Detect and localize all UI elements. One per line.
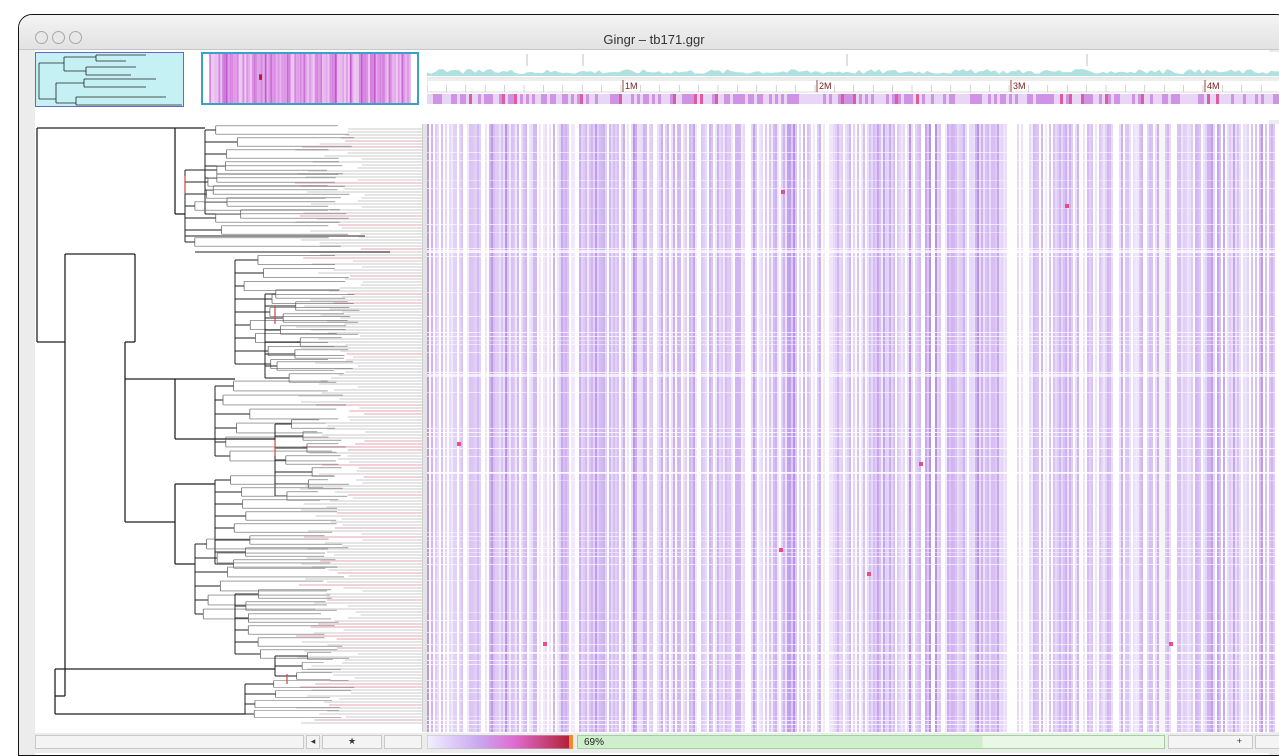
status-bar: ◂ ★ 69% +	[35, 733, 1279, 753]
variant-density-strip	[427, 94, 1279, 104]
tree-leaf-labels	[295, 128, 422, 724]
left-arrow-icon[interactable]: ◂	[306, 735, 320, 749]
tree-zoom-field[interactable]	[384, 735, 422, 749]
progress-bar: 69%	[577, 735, 1165, 749]
plus-label: +	[1236, 736, 1242, 746]
zoom-in-button[interactable]: +	[1168, 735, 1253, 749]
snp-matrix[interactable]	[427, 124, 1279, 732]
star-icon[interactable]: ★	[322, 735, 382, 749]
app-window: Gingr – tb171.ggr 1M 2M 3M 4M ◂ ★ 69% +	[18, 14, 1279, 756]
matrix-overview[interactable]	[201, 52, 419, 105]
coverage-plot	[427, 54, 1279, 76]
snp-highlight	[1169, 642, 1173, 646]
tree-overview[interactable]	[35, 52, 184, 107]
snp-highlight	[457, 442, 461, 446]
ruler-tick-label: 3M	[1013, 81, 1026, 91]
snp-highlight	[919, 462, 923, 466]
position-ruler: 1M 2M 3M 4M	[427, 79, 1279, 93]
ruler-tick-label: 4M	[1207, 81, 1220, 91]
color-legend	[427, 735, 573, 749]
progress-label: 69%	[584, 737, 605, 748]
status-field-right	[1255, 735, 1279, 749]
workspace: 1M 2M 3M 4M ◂ ★ 69% +	[35, 50, 1279, 755]
window-title: Gingr – tb171.ggr	[603, 32, 705, 47]
snp-highlight	[781, 190, 785, 194]
title-bar: Gingr – tb171.ggr	[19, 15, 1279, 50]
snp-highlight	[779, 548, 783, 552]
tree-scroll-field[interactable]	[35, 735, 304, 749]
snp-highlight	[867, 572, 871, 576]
tree-branches	[36, 125, 390, 718]
genome-overview[interactable]: 1M 2M 3M 4M	[427, 52, 1279, 120]
snp-highlight	[1065, 204, 1069, 208]
phylogenetic-tree[interactable]	[35, 124, 422, 732]
ruler-tick-label: 1M	[625, 81, 638, 91]
matrix-cells	[427, 124, 1279, 732]
snp-highlight	[543, 642, 547, 646]
ruler-tick-label: 2M	[819, 81, 832, 91]
